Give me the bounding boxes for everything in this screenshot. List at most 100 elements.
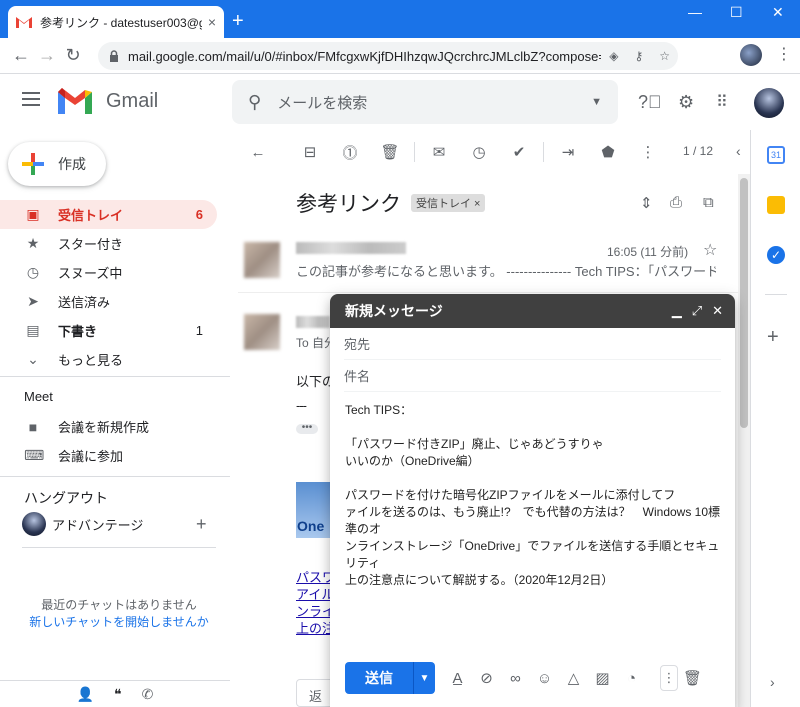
help-icon[interactable]: ?⃝ bbox=[638, 92, 662, 113]
sidebar-item-drafts[interactable]: ▤ 下書き 1 bbox=[0, 316, 217, 345]
person-icon[interactable]: 👤 bbox=[77, 686, 94, 703]
to-placeholder: 宛先 bbox=[344, 337, 371, 352]
discard-draft-icon[interactable]: 🗑 bbox=[678, 669, 707, 687]
body-line: 準のオ bbox=[345, 522, 382, 536]
window-close-button[interactable]: ✕ bbox=[772, 4, 784, 21]
more-options-icon[interactable]: ⋮ bbox=[660, 665, 678, 691]
scrollbar-thumb[interactable] bbox=[740, 178, 748, 428]
lock-icon bbox=[110, 50, 118, 62]
join-meeting-label: 会議に参加 bbox=[58, 449, 124, 464]
search-icon[interactable]: ⚲ bbox=[248, 92, 261, 113]
gmail-wordmark: Gmail bbox=[106, 90, 159, 112]
onedrive-thumbnail[interactable]: One bbox=[296, 482, 330, 538]
to-field[interactable]: 宛先 bbox=[344, 328, 721, 360]
maximize-button[interactable]: ☐ bbox=[730, 4, 743, 21]
hangouts-user-name: アドバンテージ bbox=[52, 517, 144, 533]
join-meeting-item[interactable]: ⌨ 会議に参加 bbox=[24, 446, 123, 465]
sidebar-item-label: もっと見る bbox=[58, 353, 124, 368]
emoji-icon[interactable]: ☺ bbox=[530, 670, 559, 687]
show-trimmed-icon[interactable]: ••• bbox=[296, 423, 318, 434]
add-chat-icon[interactable]: + bbox=[196, 514, 207, 535]
hangouts-heading: ハングアウト bbox=[24, 490, 108, 506]
sidebar-item-more[interactable]: ⌄ もっと見る bbox=[0, 345, 217, 374]
send-button[interactable]: 送信 ▼ bbox=[345, 662, 435, 694]
calendar-icon[interactable]: 31 bbox=[767, 146, 785, 164]
reload-icon[interactable]: ↻ bbox=[60, 45, 86, 66]
insert-photo-icon[interactable]: ▨ bbox=[588, 669, 617, 687]
send-icon: ➤ bbox=[27, 293, 39, 309]
browser-profile-avatar[interactable] bbox=[740, 44, 762, 66]
message-separator bbox=[238, 292, 738, 293]
compose-button[interactable]: 作成 bbox=[8, 142, 106, 186]
label-icon[interactable]: ⬟ bbox=[588, 143, 628, 161]
close-icon[interactable]: ✕ bbox=[712, 303, 723, 319]
phone-icon[interactable]: ✆ bbox=[142, 686, 154, 703]
sidebar-item-inbox[interactable]: ▣ 受信トレイ 6 bbox=[0, 200, 217, 229]
message-scrollbar[interactable] bbox=[738, 174, 750, 707]
search-input[interactable]: メールを検索 bbox=[277, 92, 591, 113]
body-line: パスワードを付けた暗号化ZIPファイルをメールに添付してフ bbox=[345, 488, 676, 502]
address-bar[interactable]: mail.google.com/mail/u/0/#inbox/FMfcgxwK… bbox=[98, 42, 678, 70]
bookmark-star-icon[interactable]: ☆ bbox=[659, 49, 670, 63]
settings-gear-icon[interactable]: ⚙ bbox=[678, 92, 694, 113]
add-task-icon[interactable]: ✔ bbox=[499, 143, 539, 161]
more-icon[interactable]: ⋮ bbox=[628, 143, 668, 161]
minimize-icon[interactable]: ▁ bbox=[672, 303, 682, 319]
back-to-inbox-icon[interactable]: ← bbox=[238, 144, 278, 161]
browser-tab[interactable]: 参考リンク - datestuser003@gmail × bbox=[8, 6, 224, 38]
search-options-icon[interactable]: ▼ bbox=[591, 96, 602, 108]
compose-body[interactable]: Tech TIPS： 「パスワード付きZIP」廃止、じゃあどうすりゃ いいのか（… bbox=[330, 392, 735, 599]
expand-all-icon[interactable]: ⇕ bbox=[640, 194, 653, 212]
insert-link-icon[interactable]: ∞ bbox=[501, 670, 530, 687]
back-icon[interactable]: ← bbox=[8, 45, 34, 66]
attach-icon[interactable]: ⊘ bbox=[472, 669, 501, 687]
sender-avatar bbox=[244, 314, 280, 350]
hangouts-user[interactable]: アドバンテージ bbox=[22, 512, 143, 536]
compose-window: 新規メッセージ ▁ ⤢ ✕ 宛先 件名 Tech TIPS： 「パスワード付きZ… bbox=[330, 294, 735, 707]
tab-close-icon[interactable]: × bbox=[208, 14, 216, 30]
drive-icon[interactable]: △ bbox=[559, 669, 588, 687]
message-snippet[interactable]: この記事が参考になると思います。 --------------- Tech TI… bbox=[296, 261, 716, 280]
hangouts-chat-icon[interactable]: ❝ bbox=[114, 686, 122, 703]
archive-icon[interactable]: ⊟ bbox=[290, 143, 330, 161]
confidential-mode-icon[interactable]: ◔ bbox=[617, 670, 646, 687]
start-chat-link[interactable]: 新しいチャットを開始しませんか bbox=[0, 613, 238, 630]
get-addons-icon[interactable]: + bbox=[767, 326, 779, 349]
star-icon[interactable]: ☆ bbox=[703, 240, 717, 260]
side-panel: 31 ✓ + › bbox=[750, 130, 800, 707]
hide-side-panel-icon[interactable]: › bbox=[770, 674, 775, 690]
eye-icon[interactable]: ◈ bbox=[609, 49, 618, 63]
account-avatar[interactable] bbox=[754, 88, 784, 118]
move-to-icon[interactable]: ⇥ bbox=[548, 143, 588, 161]
key-icon[interactable]: ⚷ bbox=[634, 49, 643, 63]
apps-grid-icon[interactable]: ⠿ bbox=[716, 92, 728, 112]
print-icon[interactable]: ⎙ bbox=[670, 194, 682, 211]
keep-icon[interactable] bbox=[767, 196, 785, 214]
compose-header[interactable]: 新規メッセージ ▁ ⤢ ✕ bbox=[330, 294, 735, 328]
sidebar-item-starred[interactable]: ★ スター付き bbox=[0, 229, 217, 258]
send-options-icon[interactable]: ▼ bbox=[413, 662, 435, 694]
new-meeting-item[interactable]: ■ 会議を新規作成 bbox=[24, 417, 149, 436]
main-menu-icon[interactable] bbox=[22, 92, 40, 106]
delete-icon[interactable]: 🗑 bbox=[370, 143, 410, 161]
toolbar-separator bbox=[414, 142, 415, 162]
open-new-window-icon[interactable]: ⧉ bbox=[703, 194, 714, 211]
inbox-label-chip[interactable]: 受信トレイ × bbox=[411, 194, 486, 212]
sidebar-item-sent[interactable]: ➤ 送信済み bbox=[0, 287, 217, 316]
minimize-button[interactable]: — bbox=[688, 4, 702, 20]
subject-field[interactable]: 件名 bbox=[344, 360, 721, 392]
older-icon[interactable]: ‹ bbox=[736, 143, 741, 159]
sidebar-item-label: スヌーズ中 bbox=[58, 266, 123, 281]
sidebar-item-snoozed[interactable]: ◷ スヌーズ中 bbox=[0, 258, 217, 287]
formatting-icon[interactable]: A̲ bbox=[443, 670, 472, 687]
snooze-icon[interactable]: ◷ bbox=[459, 143, 499, 161]
report-spam-icon[interactable]: ⓵ bbox=[330, 142, 370, 163]
message-time: 16:05 (11 分前) bbox=[607, 245, 689, 259]
new-tab-button[interactable]: + bbox=[232, 10, 244, 33]
forward-icon[interactable]: → bbox=[34, 45, 60, 66]
tasks-icon[interactable]: ✓ bbox=[767, 246, 785, 264]
mail-search-box[interactable]: ⚲ メールを検索 ▼ bbox=[232, 80, 618, 124]
fullscreen-icon[interactable]: ⤢ bbox=[692, 303, 702, 319]
mark-unread-icon[interactable]: ✉ bbox=[419, 143, 459, 161]
browser-menu-icon[interactable]: ⋮ bbox=[776, 44, 792, 64]
